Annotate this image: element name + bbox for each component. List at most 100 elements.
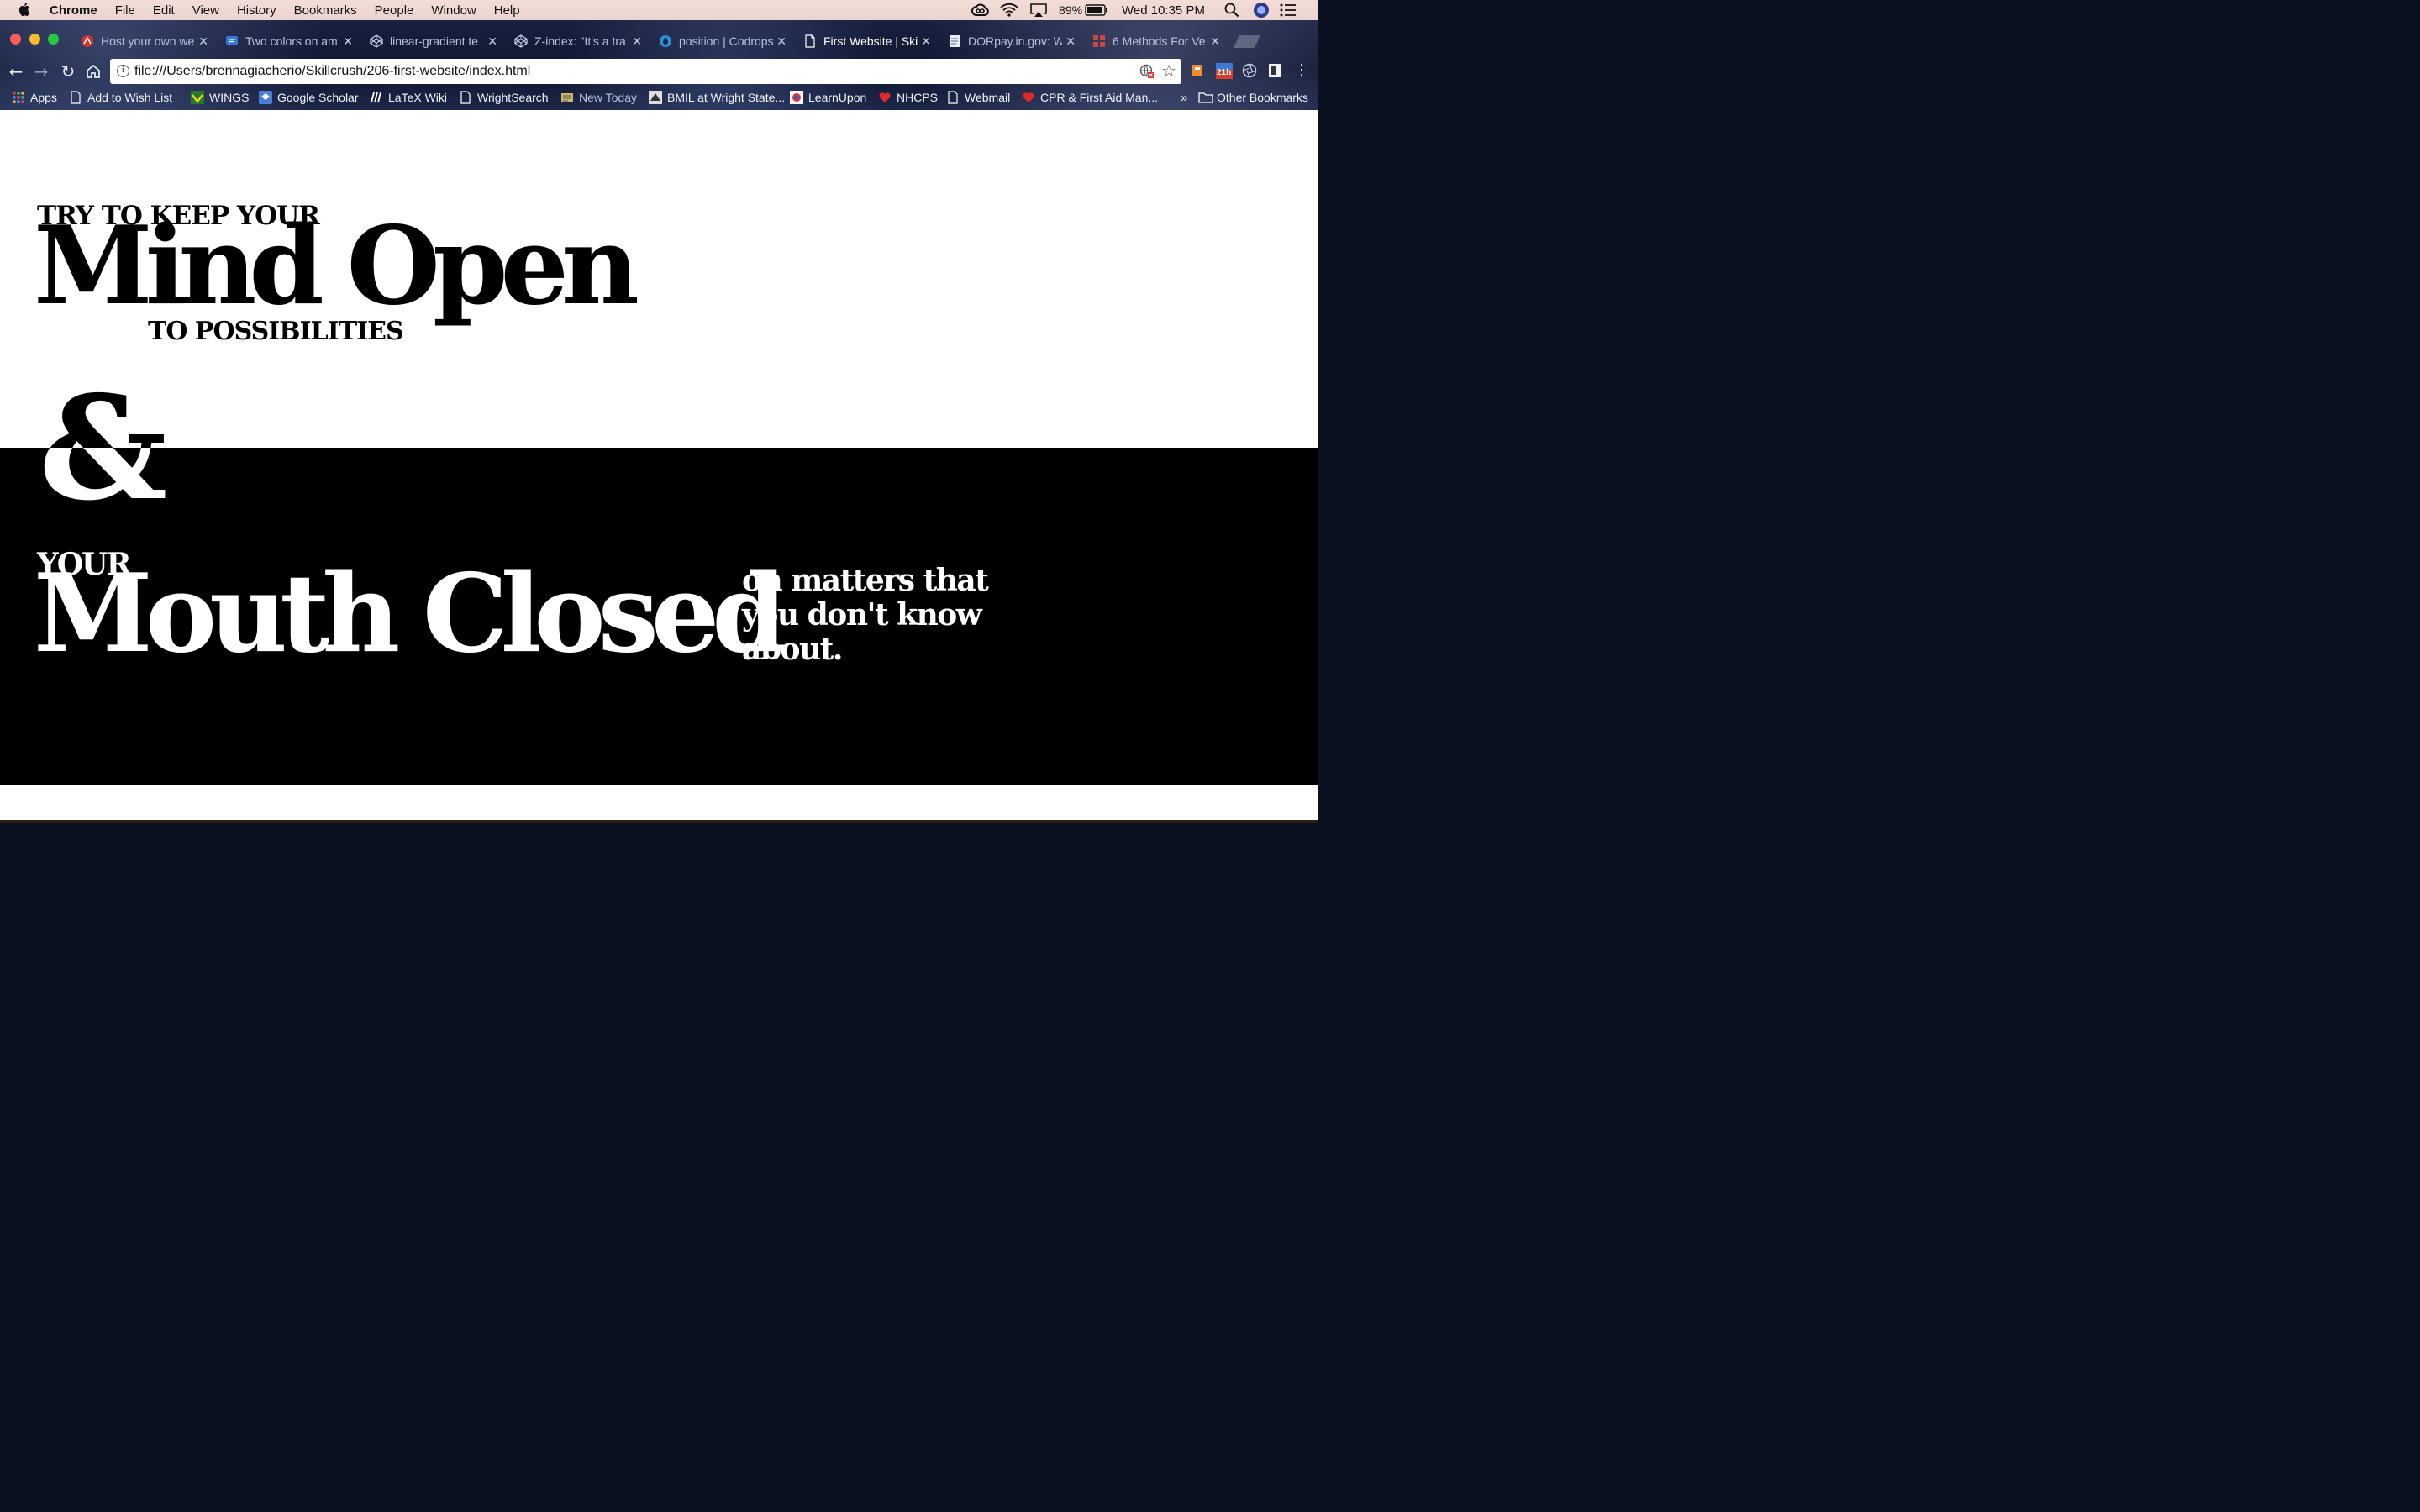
tab-close-icon[interactable]: ✕ [776, 34, 786, 49]
bookmark-label: NHCPS [897, 91, 939, 104]
page-icon [946, 91, 960, 104]
document-extension-icon[interactable] [1267, 63, 1282, 78]
menu-file[interactable]: File [115, 3, 135, 18]
tab-title: DORpay.in.gov: W [968, 34, 1062, 48]
bookmark-cpr-first-aid[interactable]: CPR & First Aid Man... [1022, 88, 1158, 107]
menu-edit[interactable]: Edit [153, 3, 175, 18]
toolbar: ← → ↻ i file:///Users/brennagiacherio/Sk… [0, 57, 1318, 86]
spotlight-search-icon[interactable] [1224, 0, 1239, 20]
tab-title: linear-gradient te [390, 34, 479, 48]
calendar-extension-icon[interactable]: 21h [1215, 61, 1234, 80]
tab-close-icon[interactable]: ✕ [1210, 34, 1220, 49]
tab-two-colors[interactable]: Two colors on am ✕ [225, 29, 353, 54]
new-tab-button[interactable] [1232, 29, 1262, 54]
scholar-icon [259, 91, 272, 104]
bookmark-star-icon[interactable]: ☆ [1161, 60, 1176, 81]
tab-close-icon[interactable]: ✕ [487, 34, 497, 49]
apple-icon[interactable] [18, 3, 30, 16]
battery-icon[interactable] [1085, 0, 1108, 20]
bookmark-label: New Today [579, 91, 638, 104]
tab-host-your-own[interactable]: Host your own we ✕ [81, 29, 208, 54]
menu-clock[interactable]: Wed 10:35 PM [1122, 0, 1205, 20]
menu-view[interactable]: View [192, 3, 219, 18]
bookmark-learnupon[interactable]: LearnUpon [790, 88, 866, 107]
tab-z-index[interactable]: Z-index: "It's a tra ✕ [514, 29, 642, 54]
wings-icon [191, 91, 204, 104]
bookmark-new-today[interactable]: New Today [560, 88, 637, 107]
tab-title: 6 Methods For Ve [1113, 34, 1206, 48]
tab-close-icon[interactable]: ✕ [343, 34, 353, 49]
window-close-button[interactable] [10, 34, 21, 45]
bookmark-wings[interactable]: WINGS [191, 88, 249, 107]
bookmark-label: Other Bookmarks [1217, 91, 1308, 104]
wifi-icon[interactable] [1000, 0, 1018, 20]
tab-first-website[interactable]: First Website | Ski ✕ [803, 29, 931, 54]
window-zoom-button[interactable] [48, 34, 59, 45]
tab-close-icon[interactable]: ✕ [198, 34, 208, 49]
latex-icon [370, 91, 383, 104]
bookmark-nhcps[interactable]: NHCPS [878, 88, 938, 107]
tab-position-codrops[interactable]: position | Codrops ✕ [659, 29, 786, 54]
notification-center-icon[interactable] [1280, 0, 1297, 20]
airplay-icon[interactable] [1029, 0, 1048, 20]
menu-window[interactable]: Window [431, 3, 476, 18]
bookmarks-bar: Apps Add to Wish List WINGS Google Schol… [0, 86, 1318, 110]
menu-help[interactable]: Help [494, 3, 520, 18]
tab-dorpay[interactable]: DORpay.in.gov: W ✕ [948, 29, 1076, 54]
menu-bookmarks[interactable]: Bookmarks [294, 3, 357, 18]
bookmark-latex-wiki[interactable]: LaTeX Wiki [370, 88, 447, 107]
heart-icon [1022, 91, 1035, 104]
tab-close-icon[interactable]: ✕ [921, 34, 931, 49]
bookmark-webmail[interactable]: Webmail [946, 88, 1010, 107]
text-on-matters: on matters that you don't know about. [742, 563, 989, 667]
tab-title: Host your own we [101, 34, 195, 48]
bookmark-label: WrightSearch [477, 91, 549, 104]
back-arrow-icon[interactable]: ← [7, 62, 25, 81]
bookmark-wrightsearch[interactable]: WrightSearch [459, 88, 549, 107]
tab-title: Two colors on am [245, 34, 338, 48]
user-avatar-icon[interactable] [1253, 0, 1270, 20]
tab-title: Z-index: "It's a tra [534, 34, 626, 48]
tab-close-icon[interactable]: ✕ [1065, 34, 1076, 49]
tab-title: First Website | Ski [823, 34, 918, 48]
web-page: TRY TO KEEP YOUR Mind Open TO POSSIBILIT… [0, 110, 1318, 823]
translate-blocked-icon[interactable] [1139, 64, 1155, 79]
window-minimize-button[interactable] [29, 34, 40, 45]
page-icon [69, 91, 82, 104]
creative-cloud-icon[interactable] [971, 0, 990, 20]
codepen-icon [514, 34, 528, 48]
bmil-icon [649, 91, 662, 104]
heading-mouth-closed: Mouth Closed [34, 551, 787, 677]
bookmark-other-bookmarks[interactable]: Other Bookmarks [1198, 88, 1308, 107]
chrome-menu-icon[interactable]: ⋮ [1294, 63, 1309, 78]
desktop-strip [0, 820, 1318, 823]
address-bar[interactable]: i file:///Users/brennagiacherio/Skillcru… [110, 59, 1181, 84]
address-bar-url[interactable]: file:///Users/brennagiacherio/Skillcrush… [134, 64, 530, 79]
tab-linear-gradient[interactable]: linear-gradient te ✕ [370, 29, 497, 54]
bookmark-label: CPR & First Aid Man... [1040, 91, 1159, 104]
battery-percent: 89% [1059, 3, 1083, 17]
codepen-icon [370, 34, 383, 48]
home-icon[interactable] [84, 62, 103, 81]
bookmark-add-to-wish-list[interactable]: Add to Wish List [69, 88, 172, 107]
menu-people[interactable]: People [375, 3, 414, 18]
forward-arrow-icon[interactable]: → [32, 62, 50, 81]
extension-orange-icon[interactable] [1190, 63, 1205, 78]
reload-icon[interactable]: ↻ [59, 62, 77, 81]
red-logo-icon [81, 34, 94, 48]
bookmark-google-scholar[interactable]: Google Scholar [259, 88, 359, 107]
menu-history[interactable]: History [237, 3, 276, 18]
heading-mind-open: Mind Open [34, 203, 639, 329]
info-icon[interactable]: i [117, 65, 129, 77]
aperture-extension-icon[interactable] [1242, 63, 1257, 78]
bookmark-label: Google Scholar [277, 91, 359, 104]
bookmark-label: Webmail [965, 91, 1011, 104]
page-icon [459, 91, 472, 104]
tab-6-methods[interactable]: 6 Methods For Ve ✕ [1092, 29, 1220, 54]
bookmark-bmil[interactable]: BMIL at Wright State... [649, 88, 785, 107]
menu-app-name[interactable]: Chrome [50, 3, 97, 18]
bookmark-apps[interactable]: Apps [12, 88, 57, 107]
bookmark-label: LearnUpon [808, 91, 867, 104]
tab-close-icon[interactable]: ✕ [632, 34, 642, 49]
bookmarks-overflow-chevron-icon[interactable]: » [1181, 88, 1187, 107]
